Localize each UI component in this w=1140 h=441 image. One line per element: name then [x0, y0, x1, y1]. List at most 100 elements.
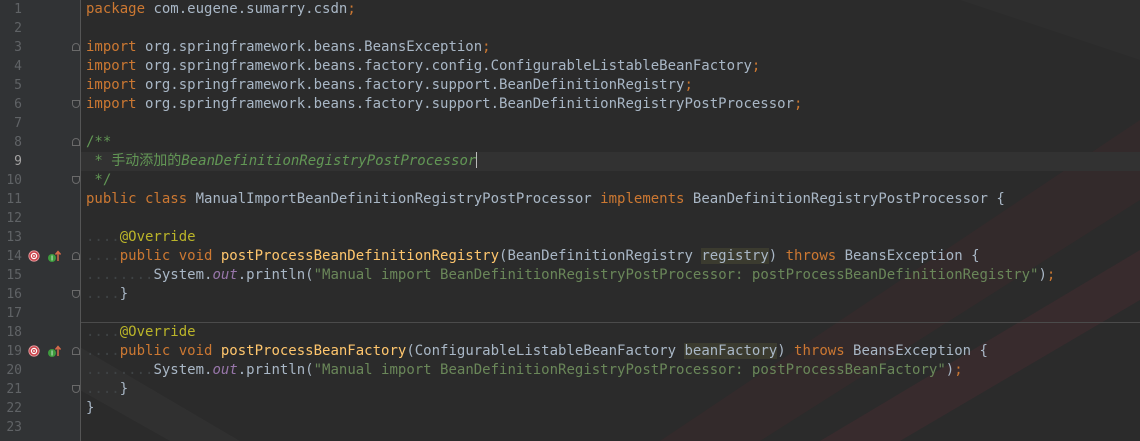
gutter-line[interactable]: 20: [0, 361, 80, 380]
code-line[interactable]: ........System.out.println("Manual impor…: [81, 266, 1140, 285]
code-fold-icon[interactable]: [72, 43, 80, 51]
code-line[interactable]: import org.springframework.beans.BeansEx…: [81, 38, 1140, 57]
keyword-token: ;: [482, 39, 491, 55]
keyword-token: package: [86, 1, 146, 17]
code-line[interactable]: [81, 19, 1140, 38]
keyword-token: public void: [119, 248, 221, 264]
gutter-line[interactable]: 13: [0, 228, 80, 247]
code-line[interactable]: [81, 114, 1140, 133]
code-text: com.eugene.sumarry.csdn: [145, 1, 348, 17]
gutter-line[interactable]: 3: [0, 38, 80, 57]
keyword-token: ;: [684, 77, 693, 93]
keyword-token: ;: [794, 96, 803, 112]
code-line[interactable]: }: [81, 399, 1140, 418]
gutter-line[interactable]: 18: [0, 323, 80, 342]
line-number: 4: [14, 59, 22, 74]
code-fold-icon[interactable]: [72, 138, 80, 146]
line-number: 17: [6, 306, 22, 321]
indent-guide-dots: ....: [86, 381, 120, 397]
code-line[interactable]: ....}: [81, 285, 1140, 304]
line-number: 3: [14, 40, 22, 55]
code-line[interactable]: import org.springframework.beans.factory…: [81, 57, 1140, 76]
code-line[interactable]: public class ManualImportBeanDefinitionR…: [81, 190, 1140, 209]
code-text: }: [119, 381, 129, 397]
keyword-token: ;: [1046, 267, 1056, 283]
parameter-name: beanFactory: [684, 343, 778, 359]
gutter-line[interactable]: 12: [0, 209, 80, 228]
implements-method-icon[interactable]: I: [47, 249, 61, 264]
gutter[interactable]: 1 2 3 4 5 6 7 8 9 10 11 12 13 14 I 15 16 17 18 19 I 20 21 22 23: [0, 0, 81, 441]
code-editor[interactable]: 1 2 3 4 5 6 7 8 9 10 11 12 13 14 I 15 16 17 18 19 I 20 21 22 23 …: [0, 0, 1140, 441]
keyword-token: import: [86, 77, 137, 93]
code-text: (ConfigurableListableBeanFactory: [406, 343, 685, 359]
code-fold-icon[interactable]: [72, 176, 80, 184]
code-line[interactable]: [81, 304, 1140, 323]
gutter-line[interactable]: 10: [0, 171, 80, 190]
code-line[interactable]: import org.springframework.beans.factory…: [81, 95, 1140, 114]
gutter-line[interactable]: 14 I: [0, 247, 80, 266]
gutter-line[interactable]: 9: [0, 152, 80, 171]
code-line[interactable]: ....public void postProcessBeanFactory(C…: [81, 342, 1140, 361]
code-line[interactable]: [81, 209, 1140, 228]
code-line[interactable]: [81, 418, 1140, 437]
gutter-line[interactable]: 15: [0, 266, 80, 285]
code-fold-icon[interactable]: [72, 100, 80, 108]
code-line[interactable]: ....public void postProcessBeanDefinitio…: [81, 247, 1140, 266]
gutter-line[interactable]: 4: [0, 57, 80, 76]
code-fold-icon[interactable]: [72, 385, 80, 393]
gutter-line[interactable]: 21: [0, 380, 80, 399]
code-text: .println(: [237, 362, 314, 378]
gutter-line[interactable]: 8: [0, 133, 80, 152]
gutter-line[interactable]: 6: [0, 95, 80, 114]
line-number: 10: [6, 173, 22, 188]
method-name: postProcessBeanDefinitionRegistry: [220, 248, 500, 264]
doc-comment: * 手动添加的: [86, 153, 182, 169]
gutter-line[interactable]: 23: [0, 418, 80, 437]
string-literal: "Manual import BeanDefinitionRegistryPos…: [313, 267, 1039, 283]
gutter-line[interactable]: 11: [0, 190, 80, 209]
gutter-line[interactable]: 1: [0, 0, 80, 19]
gutter-line[interactable]: 22: [0, 399, 80, 418]
gutter-line[interactable]: 7: [0, 114, 80, 133]
keyword-token: public void: [119, 343, 221, 359]
code-fold-icon[interactable]: [72, 252, 80, 260]
indent-guide-dots: ....: [86, 343, 120, 359]
code-area[interactable]: package com.eugene.sumarry.csdn; import o…: [81, 0, 1140, 441]
code-line[interactable]: ....@Override: [81, 228, 1140, 247]
spring-bean-icon[interactable]: [28, 345, 40, 357]
parameter-name: registry: [701, 248, 769, 264]
code-line[interactable]: ........System.out.println("Manual impor…: [81, 361, 1140, 380]
code-fold-icon[interactable]: [72, 347, 80, 355]
gutter-line[interactable]: 17: [0, 304, 80, 323]
code-text: ): [777, 343, 795, 359]
line-number: 12: [6, 211, 22, 226]
code-line[interactable]: */: [81, 171, 1140, 190]
annotation-token: @Override: [119, 229, 196, 245]
doc-comment: /**: [86, 134, 112, 150]
svg-text:I: I: [51, 350, 53, 358]
code-line[interactable]: /**: [81, 133, 1140, 152]
code-line[interactable]: import org.springframework.beans.factory…: [81, 76, 1140, 95]
code-text: (BeanDefinitionRegistry: [499, 248, 702, 264]
indent-guide-dots: ....: [86, 324, 120, 340]
static-field: out: [212, 267, 238, 283]
line-number: 1: [14, 2, 22, 17]
code-line[interactable]: ....@Override: [81, 323, 1140, 342]
code-line[interactable]: ....}: [81, 380, 1140, 399]
line-number: 22: [6, 401, 22, 416]
implements-method-icon[interactable]: I: [47, 344, 61, 359]
code-line[interactable]: package com.eugene.sumarry.csdn;: [81, 0, 1140, 19]
code-fold-icon[interactable]: [72, 290, 80, 298]
gutter-line[interactable]: 5: [0, 76, 80, 95]
gutter-line[interactable]: 2: [0, 19, 80, 38]
code-text: .println(: [237, 267, 314, 283]
spring-bean-icon[interactable]: [28, 250, 40, 262]
indent-guide-dots: ....: [86, 248, 120, 264]
line-number: 9: [14, 154, 22, 169]
gutter-line[interactable]: 16: [0, 285, 80, 304]
gutter-line[interactable]: 19 I: [0, 342, 80, 361]
code-line[interactable]: * 手动添加的BeanDefinitionRegistryPostProcess…: [81, 152, 1140, 171]
code-text: System.: [153, 267, 213, 283]
svg-text:I: I: [51, 255, 53, 263]
code-text: org.springframework.beans.factory.config…: [136, 58, 752, 74]
